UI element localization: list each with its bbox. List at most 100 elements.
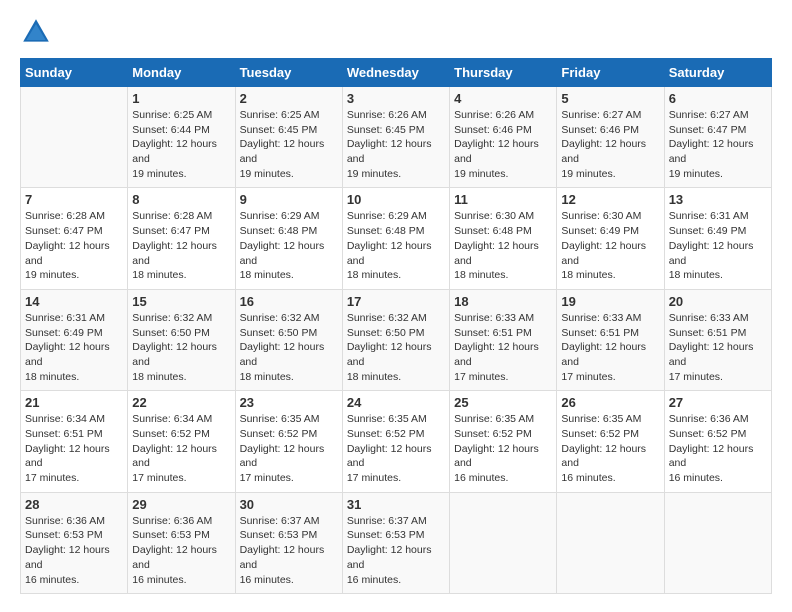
week-row-3: 14 Sunrise: 6:31 AMSunset: 6:49 PMDayligh… <box>21 289 772 390</box>
week-row-2: 7 Sunrise: 6:28 AMSunset: 6:47 PMDaylight… <box>21 188 772 289</box>
week-row-1: 1 Sunrise: 6:25 AMSunset: 6:44 PMDaylight… <box>21 87 772 188</box>
day-cell: 22 Sunrise: 6:34 AMSunset: 6:52 PMDayligh… <box>128 391 235 492</box>
day-info: Sunrise: 6:33 AMSunset: 6:51 PMDaylight:… <box>669 311 767 384</box>
header <box>20 16 772 48</box>
week-row-4: 21 Sunrise: 6:34 AMSunset: 6:51 PMDayligh… <box>21 391 772 492</box>
day-number: 1 <box>132 91 230 106</box>
day-cell: 23 Sunrise: 6:35 AMSunset: 6:52 PMDayligh… <box>235 391 342 492</box>
day-number: 11 <box>454 192 552 207</box>
day-cell: 3 Sunrise: 6:26 AMSunset: 6:45 PMDaylight… <box>342 87 449 188</box>
day-info: Sunrise: 6:25 AMSunset: 6:45 PMDaylight:… <box>240 108 338 181</box>
page: SundayMondayTuesdayWednesdayThursdayFrid… <box>0 0 792 610</box>
day-info: Sunrise: 6:30 AMSunset: 6:48 PMDaylight:… <box>454 209 552 282</box>
day-number: 31 <box>347 497 445 512</box>
day-number: 12 <box>561 192 659 207</box>
day-number: 19 <box>561 294 659 309</box>
day-number: 27 <box>669 395 767 410</box>
day-number: 16 <box>240 294 338 309</box>
day-cell <box>450 492 557 593</box>
column-header-thursday: Thursday <box>450 59 557 87</box>
day-number: 26 <box>561 395 659 410</box>
day-cell: 21 Sunrise: 6:34 AMSunset: 6:51 PMDayligh… <box>21 391 128 492</box>
day-info: Sunrise: 6:36 AMSunset: 6:53 PMDaylight:… <box>132 514 230 587</box>
day-info: Sunrise: 6:34 AMSunset: 6:51 PMDaylight:… <box>25 412 123 485</box>
column-header-saturday: Saturday <box>664 59 771 87</box>
day-info: Sunrise: 6:31 AMSunset: 6:49 PMDaylight:… <box>669 209 767 282</box>
day-cell <box>21 87 128 188</box>
day-cell: 4Sunrise: 6:26 AMSunset: 6:46 PMDaylight… <box>450 87 557 188</box>
day-info: Sunrise: 6:35 AMSunset: 6:52 PMDaylight:… <box>454 412 552 485</box>
day-cell <box>664 492 771 593</box>
day-number: 6 <box>669 91 767 106</box>
day-cell: 16 Sunrise: 6:32 AMSunset: 6:50 PMDayligh… <box>235 289 342 390</box>
day-number: 2 <box>240 91 338 106</box>
day-cell: 9 Sunrise: 6:29 AMSunset: 6:48 PMDaylight… <box>235 188 342 289</box>
day-cell: 30Sunrise: 6:37 AMSunset: 6:53 PMDayligh… <box>235 492 342 593</box>
day-cell: 13 Sunrise: 6:31 AMSunset: 6:49 PMDayligh… <box>664 188 771 289</box>
day-cell: 29 Sunrise: 6:36 AMSunset: 6:53 PMDayligh… <box>128 492 235 593</box>
day-cell: 27 Sunrise: 6:36 AMSunset: 6:52 PMDayligh… <box>664 391 771 492</box>
day-info: Sunrise: 6:31 AMSunset: 6:49 PMDaylight:… <box>25 311 123 384</box>
logo-icon <box>20 16 52 48</box>
day-info: Sunrise: 6:29 AMSunset: 6:48 PMDaylight:… <box>240 209 338 282</box>
day-info: Sunrise: 6:29 AMSunset: 6:48 PMDaylight:… <box>347 209 445 282</box>
day-info: Sunrise: 6:25 AMSunset: 6:44 PMDaylight:… <box>132 108 230 181</box>
day-info: Sunrise: 6:37 AMSunset: 6:53 PMDaylight:… <box>347 514 445 587</box>
day-number: 22 <box>132 395 230 410</box>
day-cell <box>557 492 664 593</box>
day-cell: 5Sunrise: 6:27 AMSunset: 6:46 PMDaylight… <box>557 87 664 188</box>
day-info: Sunrise: 6:32 AMSunset: 6:50 PMDaylight:… <box>132 311 230 384</box>
day-info: Sunrise: 6:26 AMSunset: 6:45 PMDaylight:… <box>347 108 445 181</box>
day-number: 8 <box>132 192 230 207</box>
day-cell: 26 Sunrise: 6:35 AMSunset: 6:52 PMDayligh… <box>557 391 664 492</box>
column-header-monday: Monday <box>128 59 235 87</box>
week-row-5: 28 Sunrise: 6:36 AMSunset: 6:53 PMDayligh… <box>21 492 772 593</box>
day-info: Sunrise: 6:32 AMSunset: 6:50 PMDaylight:… <box>240 311 338 384</box>
day-cell: 19 Sunrise: 6:33 AMSunset: 6:51 PMDayligh… <box>557 289 664 390</box>
column-header-tuesday: Tuesday <box>235 59 342 87</box>
day-number: 5 <box>561 91 659 106</box>
calendar-table: SundayMondayTuesdayWednesdayThursdayFrid… <box>20 58 772 594</box>
day-number: 17 <box>347 294 445 309</box>
day-number: 28 <box>25 497 123 512</box>
day-cell: 12 Sunrise: 6:30 AMSunset: 6:49 PMDayligh… <box>557 188 664 289</box>
day-number: 23 <box>240 395 338 410</box>
day-number: 18 <box>454 294 552 309</box>
day-number: 10 <box>347 192 445 207</box>
day-number: 29 <box>132 497 230 512</box>
day-info: Sunrise: 6:28 AMSunset: 6:47 PMDaylight:… <box>25 209 123 282</box>
day-info: Sunrise: 6:33 AMSunset: 6:51 PMDaylight:… <box>561 311 659 384</box>
day-number: 3 <box>347 91 445 106</box>
day-number: 13 <box>669 192 767 207</box>
day-info: Sunrise: 6:33 AMSunset: 6:51 PMDaylight:… <box>454 311 552 384</box>
day-info: Sunrise: 6:34 AMSunset: 6:52 PMDaylight:… <box>132 412 230 485</box>
day-number: 9 <box>240 192 338 207</box>
day-cell: 6Sunrise: 6:27 AMSunset: 6:47 PMDaylight… <box>664 87 771 188</box>
day-cell: 11 Sunrise: 6:30 AMSunset: 6:48 PMDayligh… <box>450 188 557 289</box>
day-number: 25 <box>454 395 552 410</box>
logo <box>20 16 56 48</box>
column-header-wednesday: Wednesday <box>342 59 449 87</box>
day-info: Sunrise: 6:35 AMSunset: 6:52 PMDaylight:… <box>561 412 659 485</box>
day-info: Sunrise: 6:26 AMSunset: 6:46 PMDaylight:… <box>454 108 552 181</box>
day-cell: 8 Sunrise: 6:28 AMSunset: 6:47 PMDaylight… <box>128 188 235 289</box>
day-info: Sunrise: 6:35 AMSunset: 6:52 PMDaylight:… <box>240 412 338 485</box>
day-cell: 31 Sunrise: 6:37 AMSunset: 6:53 PMDayligh… <box>342 492 449 593</box>
day-cell: 2 Sunrise: 6:25 AMSunset: 6:45 PMDaylight… <box>235 87 342 188</box>
day-info: Sunrise: 6:36 AMSunset: 6:52 PMDaylight:… <box>669 412 767 485</box>
day-cell: 1 Sunrise: 6:25 AMSunset: 6:44 PMDaylight… <box>128 87 235 188</box>
column-header-friday: Friday <box>557 59 664 87</box>
day-info: Sunrise: 6:37 AMSunset: 6:53 PMDaylight:… <box>240 514 338 587</box>
day-cell: 17Sunrise: 6:32 AMSunset: 6:50 PMDayligh… <box>342 289 449 390</box>
day-cell: 18 Sunrise: 6:33 AMSunset: 6:51 PMDayligh… <box>450 289 557 390</box>
day-number: 14 <box>25 294 123 309</box>
day-number: 21 <box>25 395 123 410</box>
day-info: Sunrise: 6:30 AMSunset: 6:49 PMDaylight:… <box>561 209 659 282</box>
day-cell: 28 Sunrise: 6:36 AMSunset: 6:53 PMDayligh… <box>21 492 128 593</box>
day-info: Sunrise: 6:36 AMSunset: 6:53 PMDaylight:… <box>25 514 123 587</box>
day-info: Sunrise: 6:28 AMSunset: 6:47 PMDaylight:… <box>132 209 230 282</box>
column-header-sunday: Sunday <box>21 59 128 87</box>
day-number: 7 <box>25 192 123 207</box>
day-cell: 15Sunrise: 6:32 AMSunset: 6:50 PMDayligh… <box>128 289 235 390</box>
day-cell: 14 Sunrise: 6:31 AMSunset: 6:49 PMDayligh… <box>21 289 128 390</box>
